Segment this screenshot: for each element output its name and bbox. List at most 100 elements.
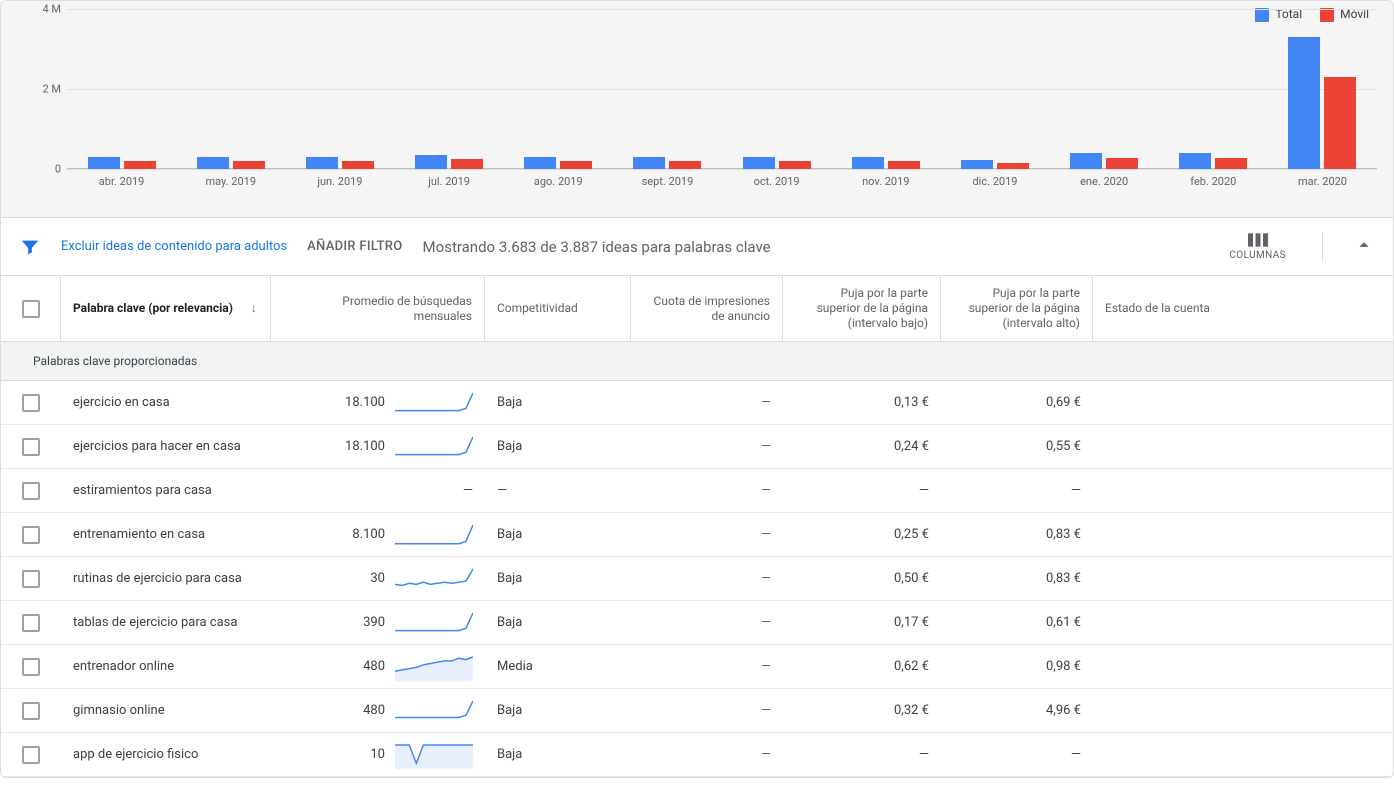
row-checkbox[interactable] xyxy=(22,526,40,544)
table-row[interactable]: entrenador online480Media—0,62 €0,98 € xyxy=(1,645,1393,689)
header-account-status[interactable]: Estado de la cuenta xyxy=(1093,276,1393,341)
table-row[interactable]: tablas de ejercicio para casa390Baja—0,1… xyxy=(1,601,1393,645)
x-axis-label: jun. 2019 xyxy=(285,169,394,198)
cell-account-status xyxy=(1093,645,1393,688)
row-checkbox[interactable] xyxy=(22,746,40,764)
cell-avg-searches: 390 xyxy=(271,601,485,644)
x-axis-label: abr. 2019 xyxy=(67,169,176,198)
bar[interactable] xyxy=(1288,37,1320,169)
bar-group xyxy=(1159,9,1268,169)
bar[interactable] xyxy=(997,163,1029,169)
cell-account-status xyxy=(1093,381,1393,424)
bar[interactable] xyxy=(233,161,265,169)
bar-group xyxy=(176,9,285,169)
row-checkbox[interactable] xyxy=(22,702,40,720)
table-row[interactable]: ejercicio en casa18.100Baja—0,13 €0,69 € xyxy=(1,381,1393,425)
row-checkbox[interactable] xyxy=(22,658,40,676)
bar[interactable] xyxy=(961,160,993,169)
bar[interactable] xyxy=(888,161,920,169)
filter-icon[interactable] xyxy=(19,236,41,258)
cell-avg-searches: 10 xyxy=(271,733,485,776)
x-axis-label: may. 2019 xyxy=(176,169,285,198)
header-bid-high[interactable]: Puja por la parte superior de la página … xyxy=(941,276,1093,341)
cell-avg-searches: 30 xyxy=(271,557,485,600)
bar-group xyxy=(722,9,831,169)
header-keyword[interactable]: Palabra clave (por relevancia) ↓ xyxy=(61,276,271,341)
table-row[interactable]: gimnasio online480Baja—0,32 €4,96 € xyxy=(1,689,1393,733)
cell-keyword: rutinas de ejercicio para casa xyxy=(61,557,271,600)
bar[interactable] xyxy=(852,157,884,169)
row-checkbox[interactable] xyxy=(22,482,40,500)
bar-group xyxy=(1268,9,1377,169)
cell-bid-high: 0,55 € xyxy=(941,425,1093,468)
bar[interactable] xyxy=(560,161,592,169)
table-row[interactable]: entrenamiento en casa8.100Baja—0,25 €0,8… xyxy=(1,513,1393,557)
select-all-checkbox[interactable] xyxy=(22,300,40,318)
table-row[interactable]: estiramientos para casa————— xyxy=(1,469,1393,513)
x-axis-label: jul. 2019 xyxy=(395,169,504,198)
bar[interactable] xyxy=(1070,153,1102,169)
cell-impression-share: — xyxy=(631,601,783,644)
bar[interactable] xyxy=(633,157,665,169)
keyword-planner-card: Total Móvil 02 M4 M abr. 2019may. 2019ju… xyxy=(0,0,1394,778)
bar[interactable] xyxy=(743,157,775,169)
collapse-icon[interactable] xyxy=(1353,234,1375,260)
header-avg-searches[interactable]: Promedio de búsquedas mensuales xyxy=(271,276,485,341)
bar[interactable] xyxy=(451,159,483,169)
cell-impression-share: — xyxy=(631,425,783,468)
bar-group xyxy=(1050,9,1159,169)
table-row[interactable]: rutinas de ejercicio para casa30Baja—0,5… xyxy=(1,557,1393,601)
cell-bid-high: — xyxy=(941,469,1093,512)
bar[interactable] xyxy=(669,161,701,169)
x-axis-label: dic. 2019 xyxy=(940,169,1049,198)
cell-keyword: ejercicios para hacer en casa xyxy=(61,425,271,468)
filter-bar: Excluir ideas de contenido para adultos … xyxy=(1,217,1393,275)
table-header-row: Palabra clave (por relevancia) ↓ Promedi… xyxy=(1,275,1393,342)
exclude-adult-link[interactable]: Excluir ideas de contenido para adultos xyxy=(61,239,287,254)
x-axis-label: feb. 2020 xyxy=(1159,169,1268,198)
bar[interactable] xyxy=(415,155,447,169)
cell-competition: — xyxy=(485,469,631,512)
bar[interactable] xyxy=(306,157,338,169)
add-filter-button[interactable]: AÑADIR FILTRO xyxy=(307,239,402,254)
columns-button[interactable]: COLUMNAS xyxy=(1223,232,1292,261)
x-axis-label: mar. 2020 xyxy=(1268,169,1377,198)
cell-impression-share: — xyxy=(631,381,783,424)
row-checkbox[interactable] xyxy=(22,570,40,588)
cell-avg-searches: — xyxy=(271,469,485,512)
bar[interactable] xyxy=(88,157,120,169)
table-row[interactable]: app de ejercicio fisico10Baja——— xyxy=(1,733,1393,777)
bar-group xyxy=(613,9,722,169)
cell-bid-low: 0,13 € xyxy=(783,381,941,424)
cell-avg-searches: 480 xyxy=(271,645,485,688)
bar[interactable] xyxy=(124,161,156,169)
bar[interactable] xyxy=(1215,158,1247,169)
bar[interactable] xyxy=(1179,153,1211,169)
bar[interactable] xyxy=(342,161,374,169)
cell-bid-low: — xyxy=(783,469,941,512)
cell-competition: Baja xyxy=(485,557,631,600)
row-checkbox[interactable] xyxy=(22,394,40,412)
row-checkbox[interactable] xyxy=(22,614,40,632)
bar[interactable] xyxy=(197,157,229,169)
cell-bid-low: 0,50 € xyxy=(783,557,941,600)
cell-bid-high: 0,83 € xyxy=(941,513,1093,556)
bar[interactable] xyxy=(779,161,811,169)
cell-bid-low: — xyxy=(783,733,941,776)
x-axis-label: nov. 2019 xyxy=(831,169,940,198)
cell-bid-high: 0,83 € xyxy=(941,557,1093,600)
header-impressions-share[interactable]: Cuota de impresiones de anuncio xyxy=(631,276,783,341)
header-bid-low[interactable]: Puja por la parte superior de la página … xyxy=(783,276,941,341)
cell-account-status xyxy=(1093,513,1393,556)
bar[interactable] xyxy=(1106,158,1138,169)
bar[interactable] xyxy=(1324,77,1356,169)
header-competition[interactable]: Competitividad xyxy=(485,276,631,341)
table-row[interactable]: ejercicios para hacer en casa18.100Baja—… xyxy=(1,425,1393,469)
section-provided-keywords: Palabras clave proporcionadas xyxy=(1,342,1393,381)
cell-competition: Baja xyxy=(485,381,631,424)
row-checkbox[interactable] xyxy=(22,438,40,456)
cell-account-status xyxy=(1093,469,1393,512)
bar[interactable] xyxy=(524,157,556,169)
cell-keyword: entrenador online xyxy=(61,645,271,688)
cell-keyword: app de ejercicio fisico xyxy=(61,733,271,776)
